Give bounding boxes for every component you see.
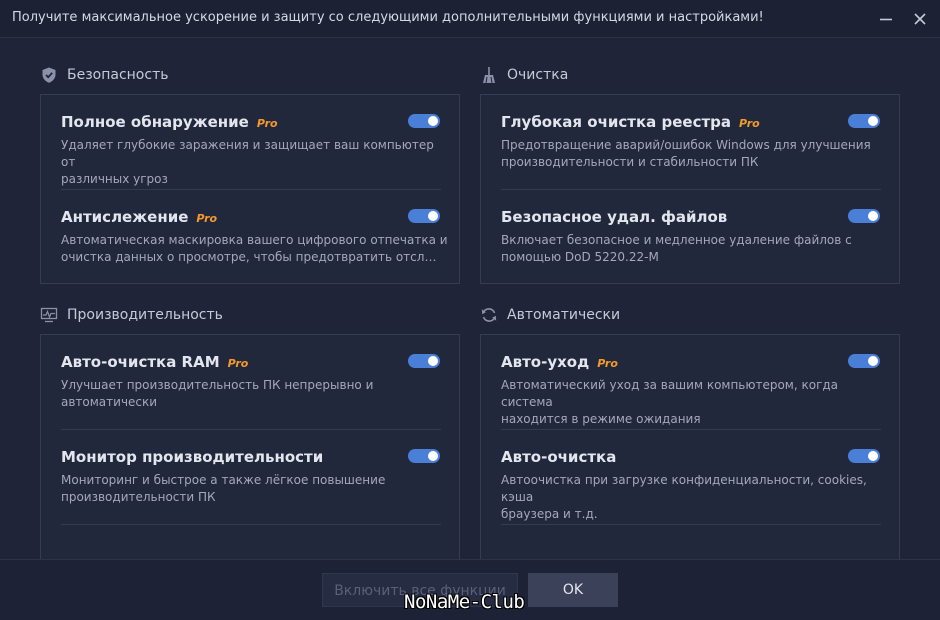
close-icon: [914, 13, 926, 25]
performance-card: Авто-очистка RAM Pro Улучшает производите…: [40, 334, 460, 564]
divider: [61, 189, 441, 190]
broom-icon: [480, 66, 498, 84]
pro-badge: Pro: [227, 357, 249, 370]
feature-description: Удаляет глубокие заражения и защищает ва…: [61, 138, 434, 186]
minimize-icon: [880, 18, 892, 21]
divider: [61, 429, 441, 430]
pro-badge: Pro: [597, 357, 618, 370]
toggle-secure-file-delete[interactable]: [848, 209, 880, 223]
shield-icon: [40, 66, 58, 84]
toggle-auto-clean[interactable]: [848, 449, 880, 463]
security-card: Полное обнаружение Pro Удаляет глубокие з…: [40, 94, 460, 284]
refresh-icon: [480, 306, 498, 324]
feature-name: Авто-очистка RAM: [61, 353, 220, 371]
feature-name: Авто-уход: [501, 353, 590, 371]
minimize-button[interactable]: [876, 9, 896, 29]
feature-description: Автоочистка при загрузке конфиденциально…: [501, 473, 867, 521]
cleaning-card: Глубокая очистка реестра Pro Предотвращен…: [480, 94, 900, 284]
feature-name: Безопасное удал. файлов: [501, 208, 728, 226]
feature-description: Автоматический уход за вашим компьютером…: [501, 378, 839, 426]
toggle-auto-care[interactable]: [848, 354, 880, 368]
feature-name: Авто-очистка: [501, 448, 617, 466]
feature-description: Предотвращение аварий/ошибок Windows для…: [501, 138, 871, 169]
section-label: Безопасность: [67, 67, 169, 83]
section-label: Автоматически: [507, 307, 621, 323]
divider: [501, 429, 881, 430]
automatic-card: Авто-уход Pro Автоматический уход за ваши…: [480, 334, 900, 564]
pro-badge: Pro: [196, 212, 218, 225]
monitor-chart-icon: [40, 306, 58, 324]
feature-name: Монитор производительности: [61, 448, 324, 466]
feature-name: Полное обнаружение: [61, 113, 249, 131]
title-bar: Получите максимальное ускорение и защиту…: [0, 0, 940, 38]
toggle-performance-monitor[interactable]: [408, 449, 440, 463]
section-label: Очистка: [507, 67, 569, 83]
toggle-full-detection[interactable]: [408, 114, 440, 128]
window-title: Получите максимальное ускорение и защиту…: [12, 10, 764, 25]
feature-description: Улучшает производительность ПК непрерывн…: [61, 378, 374, 409]
section-label: Производительность: [67, 307, 223, 323]
watermark: NoNaMe-Club: [404, 591, 525, 613]
toggle-auto-ram-clean[interactable]: [408, 354, 440, 368]
divider: [501, 189, 881, 190]
close-button[interactable]: [910, 9, 930, 29]
toggle-deep-registry-clean[interactable]: [848, 114, 880, 128]
ok-button[interactable]: OK: [528, 573, 618, 607]
divider: [61, 524, 441, 525]
feature-name: Глубокая очистка реестра: [501, 113, 732, 131]
pro-badge: Pro: [256, 117, 278, 130]
settings-content: Безопасность Полное обнаружение Pro Удаля…: [0, 39, 940, 564]
feature-description: Автоматическая маскировка вашего цифрово…: [61, 233, 448, 264]
feature-description: Мониторинг и быстрое а также лёгкое повы…: [61, 473, 386, 504]
pro-badge: Pro: [739, 117, 760, 130]
toggle-anti-tracking[interactable]: [408, 209, 440, 223]
divider: [501, 524, 881, 525]
feature-name: Антислежение: [61, 208, 189, 226]
feature-description: Включает безопасное и медленное удаление…: [501, 233, 852, 264]
